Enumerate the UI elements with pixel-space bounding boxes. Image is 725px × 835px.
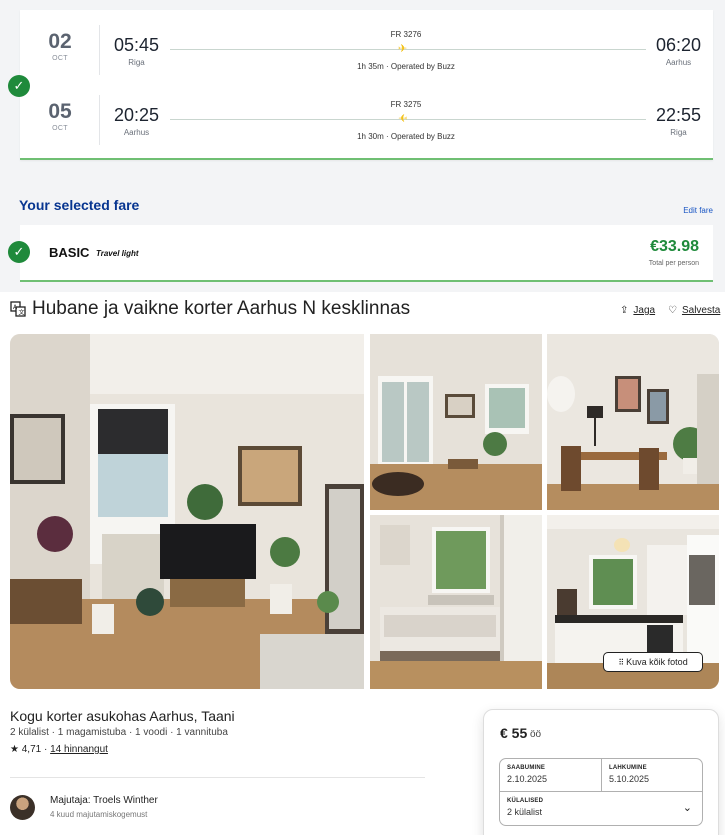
photo-bedroom[interactable] xyxy=(370,515,542,689)
save-label: Salvesta xyxy=(681,305,721,316)
svg-text:文: 文 xyxy=(19,309,25,317)
checkout-field[interactable]: LAHKUMINE 5.10.2025 xyxy=(601,759,703,791)
selected-fare-heading: Your selected fare xyxy=(19,197,140,213)
outbound-date: 02 OCT xyxy=(20,30,100,62)
date-picker[interactable]: SAABUMINE 2.10.2025 LAHKUMINE 5.10.2025 xyxy=(499,758,703,792)
fare-price: €33.98 xyxy=(650,238,699,255)
checkout-value: 5.10.2025 xyxy=(609,774,650,784)
checkout-label: LAHKUMINE xyxy=(609,765,647,771)
rating-value: ★ 4,71 · xyxy=(10,744,48,755)
rating-row: ★ 4,71 · 14 hinnangut xyxy=(10,744,108,755)
nightly-price: € 55 xyxy=(500,725,528,741)
flight-summary-section: 02 OCT 05:45 Riga FR 3276 ✈ 1h 35m · Ope… xyxy=(0,0,725,292)
edit-fare-link[interactable]: Edit fare xyxy=(683,206,713,215)
return-month: OCT xyxy=(52,125,68,132)
outbound-arrival-time: 06:20 xyxy=(655,35,701,55)
outbound-month: OCT xyxy=(52,55,68,62)
return-arrival-city: Riga xyxy=(670,128,687,137)
fare-card: BASIC Travel light €33.98 Total per pers… xyxy=(20,225,713,282)
reviews-link[interactable]: 14 hinnangut xyxy=(50,744,108,755)
listing-details: 2 külalist · 1 magamistuba · 1 voodi · 1… xyxy=(10,727,228,738)
fare-subtitle: Travel light xyxy=(96,249,139,258)
checkin-label: SAABUMINE xyxy=(507,765,546,771)
flight-itinerary-card: 02 OCT 05:45 Riga FR 3276 ✈ 1h 35m · Ope… xyxy=(20,10,713,160)
listing-title: Hubane ja vaikne korter Aarhus N kesklin… xyxy=(32,298,411,319)
airplane-icon: ✈ xyxy=(398,113,408,125)
fare-per-person-label: Total per person xyxy=(648,260,699,267)
host-name: Majutaja: Troels Winther xyxy=(50,795,158,806)
grid-icon: ⠿ xyxy=(618,658,624,667)
return-flight-number: FR 3275 xyxy=(390,100,422,109)
checkmark-icon: ✓ xyxy=(8,75,30,97)
checkin-field[interactable]: SAABUMINE 2.10.2025 xyxy=(500,759,602,791)
flight-path-line xyxy=(170,49,646,50)
outbound-flight-number: FR 3276 xyxy=(390,30,422,39)
guests-value: 2 külalist xyxy=(507,807,543,817)
fare-name: BASIC xyxy=(49,245,90,260)
airplane-icon: ✈ xyxy=(398,43,408,55)
outbound-day: 02 xyxy=(48,30,72,53)
heart-icon: ♡ xyxy=(668,305,677,316)
return-duration: 1h 30m · Operated by Buzz xyxy=(357,132,455,141)
translate-icon: A 文 xyxy=(10,301,26,317)
listing-header: A 文 Hubane ja vaikne korter Aarhus N kes… xyxy=(0,297,725,321)
checkmark-icon: ✓ xyxy=(8,241,30,263)
photo-living-room[interactable] xyxy=(10,334,364,689)
share-button[interactable]: ⇪ Jaga xyxy=(620,305,655,316)
divider xyxy=(99,25,100,75)
outbound-departure-time: 05:45 xyxy=(114,35,160,55)
divider xyxy=(10,777,425,778)
listing-summary-title: Kogu korter asukohas Aarhus, Taani xyxy=(10,708,235,724)
outbound-duration: 1h 35m · Operated by Buzz xyxy=(357,62,455,71)
save-button[interactable]: ♡ Salvesta xyxy=(668,305,720,316)
return-day: 05 xyxy=(48,100,72,123)
show-all-photos-button[interactable]: ⠿ Kuva kõik fotod xyxy=(603,652,703,672)
checkin-value: 2.10.2025 xyxy=(507,774,548,784)
return-departure-time: 20:25 xyxy=(114,105,160,125)
return-arrival-time: 22:55 xyxy=(655,105,701,125)
flight-path-line xyxy=(170,119,646,120)
booking-card: € 55 öö SAABUMINE 2.10.2025 LAHKUMINE 5.… xyxy=(483,709,719,835)
return-flight-row[interactable]: 05 OCT 20:25 Aarhus FR 3275 ✈ 1h 30m · O… xyxy=(20,95,713,155)
outbound-departure-city: Riga xyxy=(128,58,145,67)
share-label: Jaga xyxy=(633,305,656,316)
return-departure-city: Aarhus xyxy=(123,128,150,137)
price-unit: öö xyxy=(530,729,542,740)
share-icon: ⇪ xyxy=(620,305,629,316)
divider xyxy=(99,95,100,145)
outbound-flight-row[interactable]: 02 OCT 05:45 Riga FR 3276 ✈ 1h 35m · Ope… xyxy=(20,25,713,85)
guests-label: KÜLALISED xyxy=(507,798,544,804)
host-avatar[interactable] xyxy=(10,795,35,820)
show-all-photos-label: Kuva kõik fotod xyxy=(626,657,688,667)
chevron-down-icon: ⌄ xyxy=(682,802,692,814)
photo-balcony-doors[interactable] xyxy=(370,334,542,510)
return-date: 05 OCT xyxy=(20,100,100,132)
photo-dining-area[interactable] xyxy=(547,334,719,510)
outbound-arrival-city: Aarhus xyxy=(665,58,692,67)
guests-dropdown[interactable]: KÜLALISED 2 külalist ⌄ xyxy=(499,792,703,826)
host-experience: 4 kuud majutamiskogemust xyxy=(50,810,148,819)
